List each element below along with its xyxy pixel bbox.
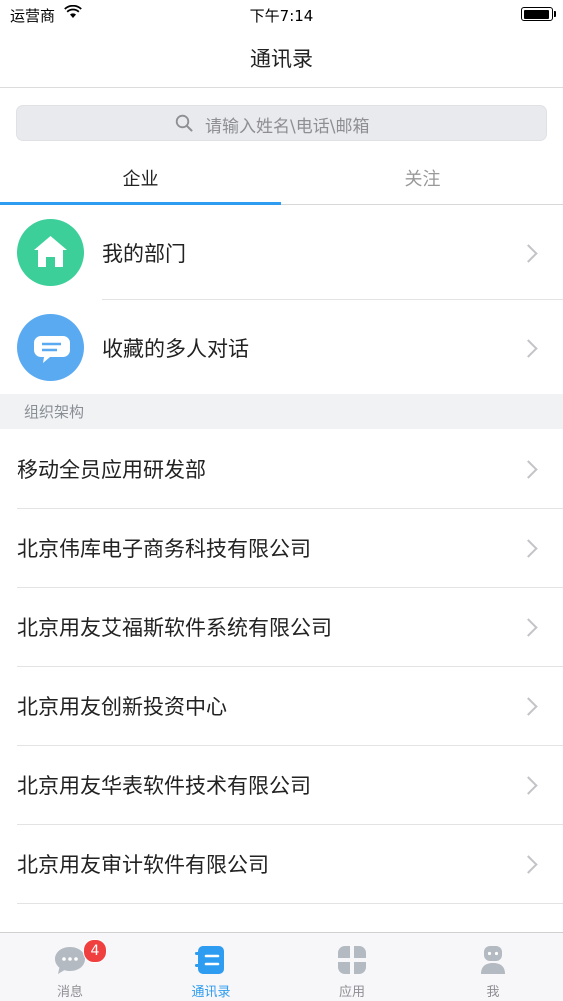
list-item[interactable]: 移动全员应用研发部	[0, 430, 563, 509]
tab-me[interactable]: 我	[423, 933, 563, 1001]
list-item[interactable]: 北京用友艾福斯软件系统有限公司	[0, 588, 563, 667]
list-item[interactable]: 北京用友创新投资中心	[0, 667, 563, 746]
tab-apps[interactable]: 应用	[282, 933, 422, 1001]
search-icon	[175, 114, 193, 132]
profile-icon	[476, 943, 510, 977]
org-name: 北京用友艾福斯软件系统有限公司	[17, 616, 332, 640]
list-item[interactable]: 北京伟库电子商务科技有限公司	[0, 509, 563, 588]
divider	[17, 903, 563, 904]
bottom-tab-bar: 4 消息 通讯录 应用 我	[0, 932, 563, 1001]
tab-label: 我	[486, 985, 500, 1000]
list-item[interactable]: 北京用友华表软件技术有限公司	[0, 746, 563, 825]
my-department-label: 我的部门	[102, 242, 186, 266]
favorite-group-chats-row[interactable]: 收藏的多人对话	[0, 300, 563, 395]
page-title: 通讯录	[250, 47, 313, 71]
apps-icon	[335, 943, 369, 977]
favorite-group-chats-label: 收藏的多人对话	[102, 337, 249, 361]
contacts-icon	[194, 943, 228, 977]
battery-icon	[521, 7, 556, 21]
tab-label: 关注	[404, 169, 441, 190]
search-input[interactable]: 请输入姓名\电话\邮箱	[16, 105, 547, 141]
tab-contacts[interactable]: 通讯录	[141, 933, 281, 1001]
list-item[interactable]: 北京用友审计软件有限公司	[0, 825, 563, 904]
chevron-right-icon	[519, 244, 538, 263]
chevron-right-icon	[519, 539, 538, 558]
clock: 下午7:14	[249, 7, 314, 25]
chevron-right-icon	[519, 776, 538, 795]
navigation-bar: 通讯录	[0, 30, 563, 88]
tab-messages[interactable]: 4 消息	[0, 933, 140, 1001]
segment-tabs: 企业 关注	[0, 158, 563, 205]
chevron-right-icon	[519, 618, 538, 637]
tab-label: 企业	[122, 169, 159, 190]
status-bar: 运营商 下午7:14	[0, 0, 563, 30]
message-icon	[53, 943, 87, 977]
search-area: 请输入姓名\电话\邮箱	[0, 88, 563, 156]
chevron-right-icon	[519, 460, 538, 479]
org-name: 北京用友华表软件技术有限公司	[17, 774, 311, 798]
org-name: 北京伟库电子商务科技有限公司	[17, 537, 311, 561]
home-icon	[17, 219, 84, 286]
org-name: 北京用友审计软件有限公司	[17, 853, 269, 877]
section-title: 组织架构	[24, 403, 85, 421]
tab-enterprise[interactable]: 企业	[0, 158, 281, 205]
tab-label: 应用	[338, 985, 365, 1000]
tab-following[interactable]: 关注	[282, 158, 563, 204]
my-department-row[interactable]: 我的部门	[0, 205, 563, 300]
search-placeholder: 请输入姓名\电话\邮箱	[205, 117, 370, 137]
org-name: 北京用友创新投资中心	[17, 695, 227, 719]
tab-label: 通讯录	[191, 985, 231, 1000]
chevron-right-icon	[519, 855, 538, 874]
org-name: 移动全员应用研发部	[17, 458, 206, 482]
chevron-right-icon	[519, 339, 538, 358]
section-header: 组织架构	[0, 394, 563, 429]
chevron-right-icon	[519, 697, 538, 716]
unread-badge: 4	[83, 939, 107, 963]
tab-label: 消息	[56, 985, 83, 1000]
chat-bubble-icon	[17, 314, 84, 381]
